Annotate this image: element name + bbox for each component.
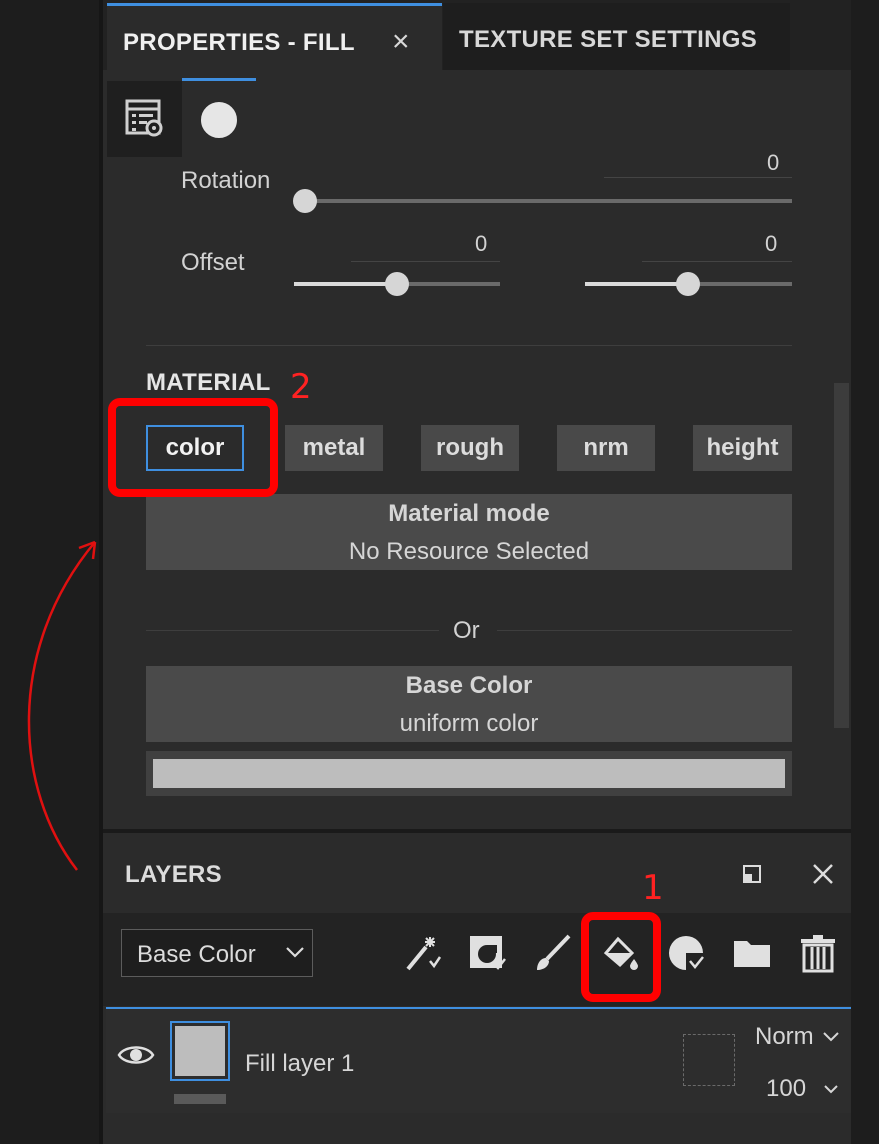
folder-icon[interactable] — [732, 933, 772, 973]
layers-title: LAYERS — [125, 861, 222, 888]
base-color-swatch[interactable] — [153, 759, 785, 788]
layer-thumbnail-bar — [174, 1094, 226, 1104]
offset-v-value[interactable]: 0 — [765, 231, 777, 257]
channel-dropdown-value: Base Color — [137, 941, 256, 968]
layer-thumbnail-color — [175, 1026, 225, 1076]
annotation-arrow — [27, 540, 97, 871]
material-ball-icon — [201, 102, 237, 138]
add-generator-icon[interactable] — [467, 933, 507, 973]
layer-name[interactable]: Fill layer 1 — [245, 1050, 354, 1078]
rotation-slider-handle[interactable] — [293, 189, 317, 213]
offset-u-underline — [351, 261, 500, 262]
annotation-box-fill-tool — [581, 912, 661, 1002]
base-color-value: uniform color — [399, 710, 539, 737]
tab-properties-fill[interactable]: PROPERTIES - FILL × — [107, 3, 442, 70]
section-divider — [146, 345, 792, 346]
tab-texture-set-settings-label: TEXTURE SET SETTINGS — [459, 26, 758, 53]
properties-scrollbar[interactable] — [834, 383, 849, 728]
subtab-layer-settings[interactable] — [107, 81, 182, 157]
opacity-chevron-icon[interactable] — [822, 1082, 840, 1096]
channel-rough-button[interactable]: rough — [421, 425, 519, 471]
rotation-value[interactable]: 0 — [767, 150, 779, 176]
layer-mask-slot[interactable] — [683, 1034, 735, 1086]
undock-icon[interactable] — [743, 865, 761, 883]
offset-u-slider-fill — [294, 282, 397, 286]
channel-height-button[interactable]: height — [693, 425, 792, 471]
subtab-material[interactable] — [182, 78, 256, 157]
add-mask-icon[interactable] — [666, 933, 706, 973]
material-section-title: MATERIAL — [146, 369, 271, 396]
offset-u-slider-handle[interactable] — [385, 272, 409, 296]
annotation-number-2: 2 — [290, 367, 312, 407]
chevron-down-icon — [286, 947, 304, 958]
trash-icon[interactable] — [798, 933, 838, 973]
channel-metal-button[interactable]: metal — [285, 425, 383, 471]
close-panel-icon[interactable] — [811, 862, 835, 886]
channel-nrm-button[interactable]: nrm — [557, 425, 655, 471]
rotation-label: Rotation — [181, 167, 271, 194]
offset-u-value[interactable]: 0 — [475, 231, 487, 257]
or-divider-left — [146, 630, 439, 631]
annotation-number-1: 1 — [642, 868, 664, 908]
paint-brush-icon[interactable] — [533, 933, 573, 973]
or-divider-right — [497, 630, 792, 631]
offset-v-underline — [642, 261, 792, 262]
blend-mode-value[interactable]: Norm — [755, 1023, 814, 1051]
opacity-value[interactable]: 100 — [766, 1075, 806, 1103]
layer-settings-icon — [125, 99, 163, 137]
visibility-eye-icon[interactable] — [117, 1042, 155, 1068]
offset-label: Offset — [181, 249, 245, 276]
base-color-title: Base Color — [405, 672, 533, 699]
layer-thumbnail[interactable] — [170, 1021, 230, 1081]
blend-mode-chevron-icon[interactable] — [822, 1030, 840, 1044]
base-color-swatch-frame — [146, 751, 792, 796]
channel-dropdown[interactable]: Base Color — [121, 929, 313, 977]
material-mode-slot[interactable]: Material mode No Resource Selected — [146, 494, 792, 570]
base-color-slot[interactable]: Base Color uniform color — [146, 666, 792, 742]
layers-panel-header: LAYERS — [103, 833, 851, 913]
material-mode-value: No Resource Selected — [348, 538, 590, 565]
close-tab-icon[interactable]: × — [392, 27, 410, 57]
rotation-slider-track[interactable] — [294, 199, 792, 203]
or-label: Or — [453, 617, 480, 644]
effects-wand-icon[interactable] — [402, 933, 442, 973]
rotation-value-underline — [604, 177, 792, 178]
offset-v-slider-fill — [585, 282, 688, 286]
annotation-box-color — [108, 398, 278, 497]
tab-texture-set-settings[interactable]: TEXTURE SET SETTINGS — [443, 3, 790, 70]
offset-v-slider-handle[interactable] — [676, 272, 700, 296]
material-mode-title: Material mode — [388, 500, 550, 527]
tab-properties-fill-label: PROPERTIES - FILL — [123, 29, 355, 56]
